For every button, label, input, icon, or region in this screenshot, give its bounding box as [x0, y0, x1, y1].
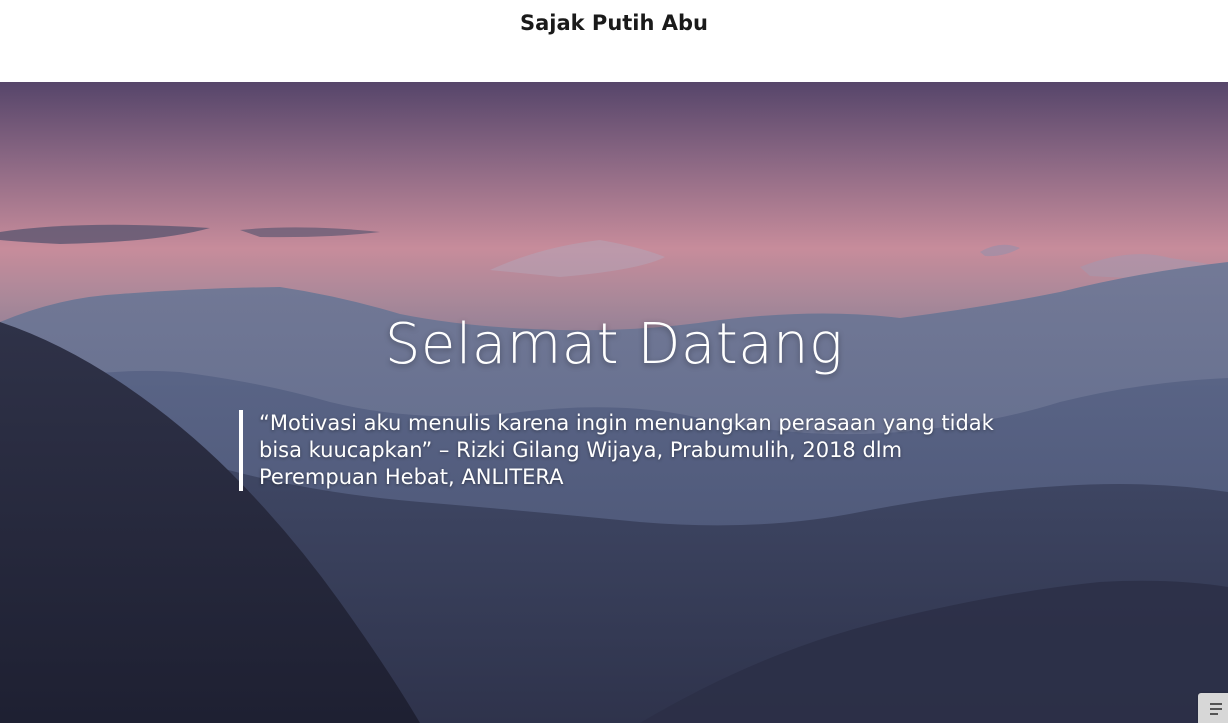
- hero-title: Selamat Datang: [384, 312, 844, 377]
- site-title-link[interactable]: Sajak Putih Abu: [0, 9, 1228, 37]
- site-header: Sajak Putih Abu: [0, 0, 1228, 82]
- notes-widget-button[interactable]: [1198, 693, 1228, 723]
- hero-content: Selamat Datang “Motivasi aku menulis kar…: [0, 82, 1228, 723]
- hero-quote: “Motivasi aku menulis karena ingin menua…: [239, 410, 999, 491]
- hero-section: Selamat Datang “Motivasi aku menulis kar…: [0, 82, 1228, 723]
